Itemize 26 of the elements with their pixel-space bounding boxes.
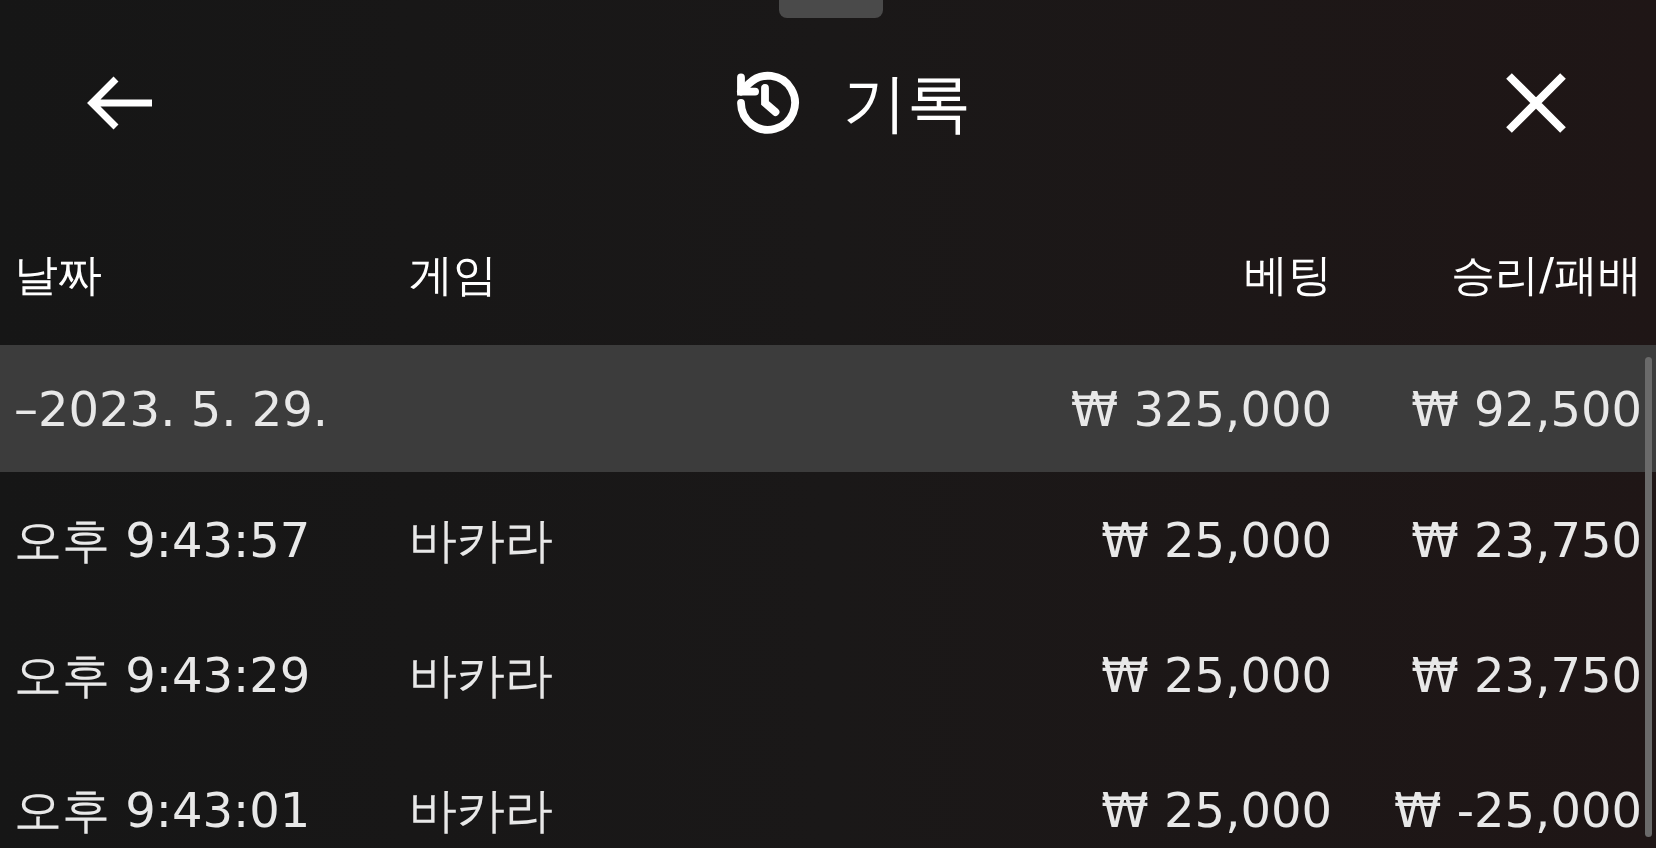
drag-handle[interactable] bbox=[779, 0, 883, 18]
table-cell-text: ₩ 325,000 bbox=[1069, 379, 1332, 439]
window-title: 기록 bbox=[843, 70, 971, 135]
table-cell-text: 오후 9:43:29 bbox=[14, 645, 312, 705]
table-cell-text: ₩ 25,000 bbox=[1100, 645, 1332, 705]
history-row[interactable]: 오후 9:43:57 바카라 ₩ 25,000 ₩ 23,750 bbox=[0, 472, 1656, 607]
column-header: 게임 bbox=[409, 248, 498, 302]
column-header: 베팅 bbox=[1243, 248, 1332, 302]
table-cell-text: ₩ 23,750 bbox=[1410, 510, 1642, 570]
history-row[interactable]: 오후 9:43:01 바카라 ₩ 25,000 ₩ -25,000 bbox=[0, 742, 1656, 848]
table-cell-text: ₩ 92,500 bbox=[1410, 379, 1642, 439]
table-cell-text: –2023. 5. 29. bbox=[14, 379, 330, 439]
table-cell-text: 오후 9:43:01 bbox=[14, 780, 312, 840]
table-cell-text: 바카라 bbox=[409, 780, 554, 840]
table-cell-text: 바카라 bbox=[409, 645, 554, 705]
table-cell-text: ₩ -25,000 bbox=[1393, 780, 1642, 840]
date-group-row[interactable]: –2023. 5. 29. ₩ 325,000 ₩ 92,500 bbox=[0, 345, 1656, 472]
column-header: 승리/패배 bbox=[1450, 248, 1642, 302]
table-cell-text: 오후 9:43:57 bbox=[14, 510, 312, 570]
table-cell-text: ₩ 25,000 bbox=[1100, 510, 1332, 570]
table-cell-text: ₩ 23,750 bbox=[1410, 645, 1642, 705]
column-header: 날짜 bbox=[14, 248, 103, 302]
table-cell-text: ₩ 25,000 bbox=[1100, 780, 1332, 840]
scrollbar[interactable] bbox=[1645, 357, 1652, 837]
table-cell-text: 바카라 bbox=[409, 510, 554, 570]
history-row[interactable]: 오후 9:43:29 바카라 ₩ 25,000 ₩ 23,750 bbox=[0, 607, 1656, 742]
